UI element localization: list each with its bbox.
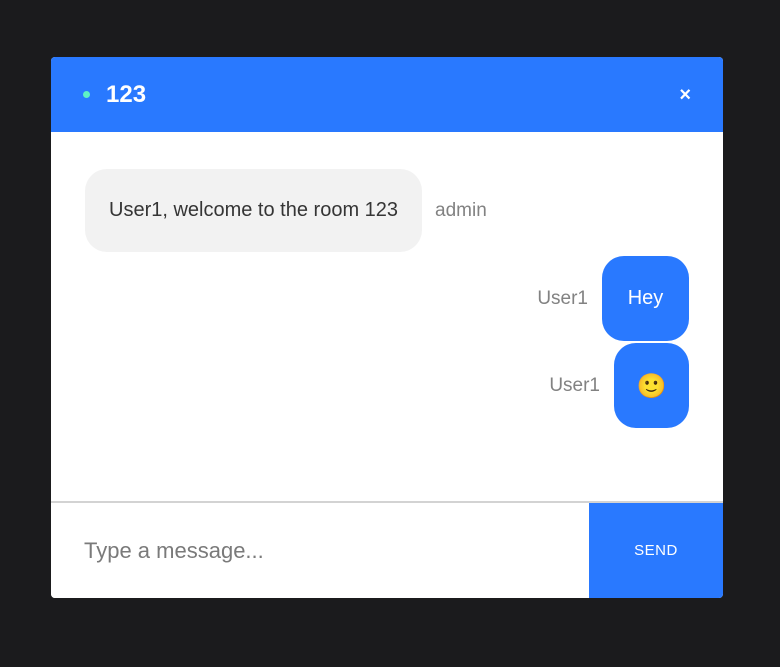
message-row: User1 🙂 bbox=[549, 343, 689, 428]
message-bubble: Hey bbox=[602, 256, 689, 341]
message-sender: User1 bbox=[537, 287, 588, 309]
message-bubble: 🙂 bbox=[614, 343, 689, 428]
message-input[interactable] bbox=[51, 503, 589, 598]
chat-window: 123 × User1, welcome to the room 123 adm… bbox=[51, 57, 723, 598]
message-sender: User1 bbox=[549, 374, 600, 396]
message-row: User1 Hey bbox=[537, 256, 689, 341]
smiley-emoji-icon: 🙂 bbox=[636, 371, 667, 400]
room-title: 123 bbox=[106, 80, 147, 108]
close-button[interactable]: × bbox=[679, 85, 691, 105]
send-button[interactable]: SEND bbox=[589, 503, 723, 598]
message-row: User1, welcome to the room 123 admin bbox=[85, 169, 487, 252]
message-list: User1, welcome to the room 123 admin Use… bbox=[51, 132, 723, 501]
message-bubble: User1, welcome to the room 123 bbox=[85, 169, 423, 252]
chat-header: 123 × bbox=[51, 57, 723, 132]
message-composer: SEND bbox=[51, 503, 723, 598]
message-sender: admin bbox=[435, 199, 487, 221]
online-status-icon bbox=[83, 91, 90, 98]
